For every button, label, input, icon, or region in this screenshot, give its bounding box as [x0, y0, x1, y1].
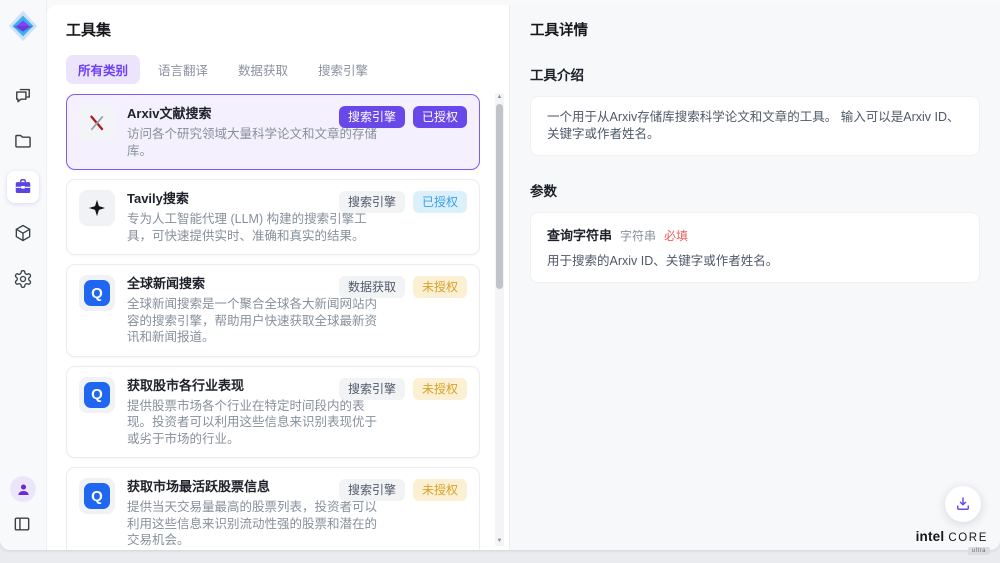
intro-heading: 工具介绍 [530, 64, 980, 84]
intro-text: 一个用于从Arxiv存储库搜索科学论文和文章的工具。 输入可以是Arxiv ID… [547, 109, 963, 143]
tool-description: 提供股票市场各个行业在特定时间段内的表现。投资者可以利用这些信息来识别表现优于或… [127, 398, 385, 448]
param-type: 字符串 [620, 227, 656, 244]
details-title: 工具详情 [530, 19, 980, 40]
sidebar [0, 0, 47, 550]
intro-box: 一个用于从Arxiv存储库搜索科学论文和文章的工具。 输入可以是Arxiv ID… [530, 96, 980, 156]
sidebar-item-settings[interactable] [7, 263, 39, 295]
tool-card[interactable]: Q 获取市场最活跃股票信息 提供当天交易量最高的股票列表，投资者可以利用这些信息… [66, 467, 480, 550]
tab-category-3[interactable]: 搜索引擎 [306, 55, 380, 84]
tool-category-badge: 搜索引擎 [339, 378, 405, 400]
scroll-up-icon[interactable]: ▲ [495, 93, 504, 102]
tab-category-2[interactable]: 数据获取 [226, 55, 300, 84]
toolbox-icon [13, 177, 33, 197]
person-icon [15, 481, 32, 498]
intel-core-logo: intelCORE ultra [916, 528, 988, 546]
tool-auth-badge: 已授权 [413, 106, 467, 128]
user-avatar[interactable] [10, 476, 36, 502]
sidebar-item-tools[interactable] [7, 171, 39, 203]
tavily-star-icon [79, 190, 115, 226]
tool-description: 专为人工智能代理 (LLM) 构建的搜索引擎工具，可快速提供实时、准确和真实的结… [127, 211, 385, 244]
tool-details-panel: 工具详情 工具介绍 一个用于从Arxiv存储库搜索科学论文和文章的工具。 输入可… [510, 5, 1000, 550]
download-icon [954, 495, 972, 513]
intel-wordmark: intel [916, 529, 945, 544]
sidebar-item-models[interactable] [7, 217, 39, 249]
tool-category-badge: 数据获取 [339, 276, 405, 298]
core-wordmark: CORE [948, 532, 988, 544]
tools-panel: 工具集 所有类别语言翻译数据获取搜索引擎 Arxiv文献搜索 访问各个研究领域大… [47, 5, 510, 550]
tool-auth-badge: 未授权 [413, 276, 467, 298]
arxiv-icon [79, 105, 115, 141]
tool-description: 提供当天交易量最高的股票列表，投资者可以利用这些信息来识别流动性强的股票和潜在的… [127, 499, 385, 549]
content-area: 工具集 所有类别语言翻译数据获取搜索引擎 Arxiv文献搜索 访问各个研究领域大… [47, 5, 1000, 550]
app-logo-icon [6, 9, 40, 43]
param-required-flag: 必填 [664, 227, 688, 244]
tool-category-badge: 搜索引擎 [339, 479, 405, 501]
q-logo-icon: Q [84, 280, 110, 306]
category-tabs: 所有类别语言翻译数据获取搜索引擎 [66, 55, 509, 84]
tool-description: 全球新闻搜索是一个聚合全球各大新闻网站内容的搜索引擎，帮助用户快速获取全球最新资… [127, 296, 385, 346]
page-title: 工具集 [66, 19, 509, 40]
scrollbar[interactable]: ▲ ▼ [495, 93, 504, 546]
tool-list: Arxiv文献搜索 访问各个研究领域大量科学论文和文章的存储库。 搜索引擎 已授… [66, 94, 480, 550]
sidebar-bottom [10, 476, 36, 550]
sidebar-nav [7, 79, 39, 295]
tab-category-0[interactable]: 所有类别 [66, 55, 140, 84]
chat-icon [13, 85, 33, 105]
params-heading: 参数 [530, 180, 980, 200]
tool-description: 访问各个研究领域大量科学论文和文章的存储库。 [127, 126, 385, 159]
tool-card[interactable]: Arxiv文献搜索 访问各个研究领域大量科学论文和文章的存储库。 搜索引擎 已授… [66, 94, 480, 170]
q-blue-icon: Q [79, 275, 115, 311]
sidebar-item-files[interactable] [7, 125, 39, 157]
gear-icon [13, 269, 33, 289]
scroll-down-icon[interactable]: ▼ [495, 537, 504, 546]
tool-category-badge: 搜索引擎 [339, 191, 405, 213]
param-box: 查询字符串 字符串 必填 用于搜索的Arxiv ID、关键字或作者姓名。 [530, 212, 980, 283]
tool-auth-badge: 未授权 [413, 479, 467, 501]
ultra-badge: ultra [968, 547, 990, 555]
tool-category-badge: 搜索引擎 [339, 106, 405, 128]
scrollbar-thumb[interactable] [496, 104, 503, 289]
q-logo-icon: Q [84, 483, 110, 509]
param-name: 查询字符串 [547, 225, 612, 244]
q-logo-icon: Q [84, 382, 110, 408]
tool-auth-badge: 已授权 [413, 191, 467, 213]
sidebar-item-chat[interactable] [7, 79, 39, 111]
tool-card[interactable]: Q 全球新闻搜索 全球新闻搜索是一个聚合全球各大新闻网站内容的搜索引擎，帮助用户… [66, 264, 480, 357]
params-list: 查询字符串 字符串 必填 用于搜索的Arxiv ID、关键字或作者姓名。 [530, 212, 980, 283]
tool-auth-badge: 未授权 [413, 378, 467, 400]
param-description: 用于搜索的Arxiv ID、关键字或作者姓名。 [547, 253, 963, 270]
tab-category-1[interactable]: 语言翻译 [146, 55, 220, 84]
app-window: 工具集 所有类别语言翻译数据获取搜索引擎 Arxiv文献搜索 访问各个研究领域大… [0, 0, 1000, 550]
tool-card[interactable]: Q 获取股市各行业表现 提供股票市场各个行业在特定时间段内的表现。投资者可以利用… [66, 366, 480, 459]
q-blue-icon: Q [79, 377, 115, 413]
cube-icon [13, 223, 33, 243]
folder-icon [13, 131, 33, 151]
collapse-sidebar-icon[interactable] [12, 514, 34, 536]
q-blue-icon: Q [79, 478, 115, 514]
download-button[interactable] [945, 486, 981, 522]
tool-card[interactable]: Tavily搜索 专为人工智能代理 (LLM) 构建的搜索引擎工具，可快速提供实… [66, 179, 480, 255]
